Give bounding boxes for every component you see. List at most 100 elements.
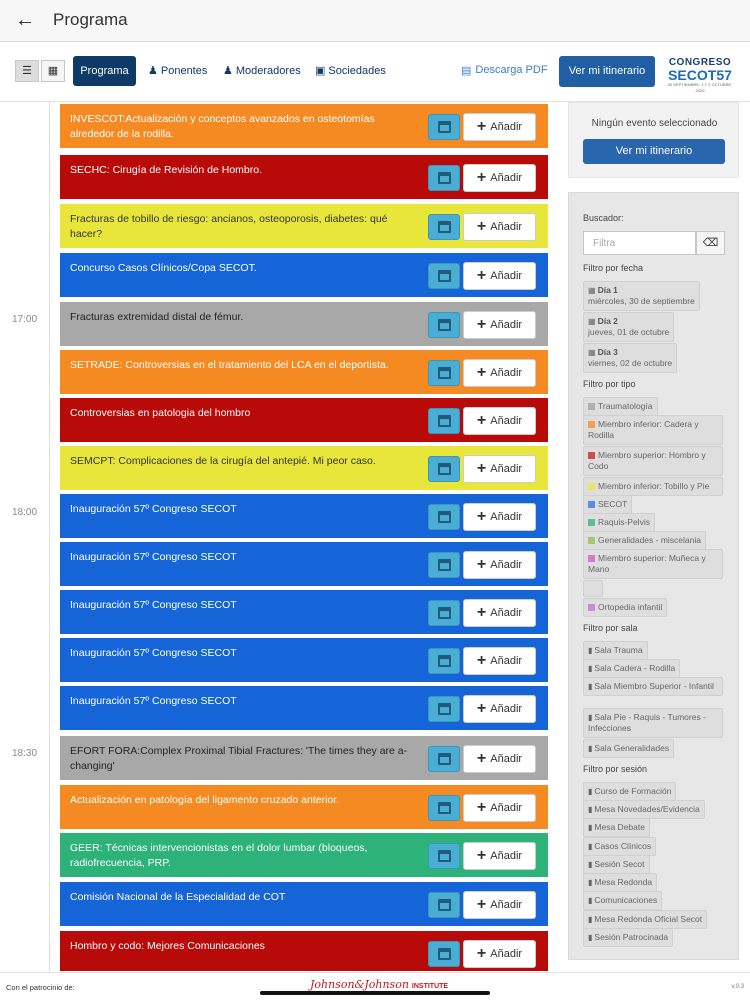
room-filter-chip[interactable]: ▮ Sala Miembro Superior - Infantil [583, 677, 723, 696]
calendar-button[interactable] [428, 165, 460, 191]
timeline-line [49, 102, 50, 972]
back-arrow-icon[interactable]: ← [14, 8, 36, 32]
calendar-button[interactable] [428, 648, 460, 674]
session-filter-chip[interactable]: ▮ Mesa Novedades/Evidencia [583, 800, 705, 819]
search-input[interactable] [583, 231, 696, 255]
session-filter-chip[interactable]: ▮ Comunicaciones [583, 891, 663, 910]
calendar-button[interactable] [428, 114, 460, 140]
add-button[interactable]: + Añadir [463, 311, 536, 339]
date-filter-chip[interactable]: ▦ Día 2 jueves, 01 de octubre [583, 312, 675, 342]
calendar-button[interactable] [428, 941, 460, 967]
add-button[interactable]: + Añadir [463, 455, 536, 483]
type-filter-chip[interactable]: Traumatología [583, 397, 658, 416]
add-button[interactable]: + Añadir [463, 745, 536, 773]
sponsor-logo: Johnson&Johnson INSTITUTE [310, 978, 448, 991]
date-filter-chip[interactable]: ▦ Día 1 miércoles, 30 de septiembre [583, 281, 700, 311]
tab-moderadores[interactable]: ♟ Moderadores [223, 64, 301, 78]
calendar-button[interactable] [428, 360, 460, 386]
tab-programa[interactable]: Programa [73, 56, 136, 86]
event-card[interactable]: Fracturas extremidad distal de fémur. + Añ… [60, 302, 548, 346]
add-button[interactable]: + Añadir [463, 359, 536, 387]
calendar-button[interactable] [428, 795, 460, 821]
event-card[interactable]: EFORT FORA:Complex Proximal Tibial Fract… [60, 736, 548, 780]
type-filter-chip[interactable]: Miembro superior: Hombro y Codo [583, 446, 723, 476]
calendar-button[interactable] [428, 843, 460, 869]
event-card[interactable]: Inauguración 57º Congreso SECOT + Añadir [60, 686, 548, 730]
type-filter-chip[interactable]: Miembro inferior: Tobillo y Pie [583, 477, 723, 496]
event-card[interactable]: Controversias en patologia del hombro + Añ… [60, 398, 548, 442]
add-button[interactable]: + Añadir [463, 842, 536, 870]
session-filter-chip[interactable]: ▮ Mesa Redonda Oficial Secot [583, 910, 708, 929]
event-card[interactable]: Fracturas de tobillo de riesgo: ancianos… [60, 204, 548, 248]
session-filter-chip[interactable]: ▮ Sesión Secot [583, 855, 650, 874]
calendar-button[interactable] [428, 214, 460, 240]
calendar-button[interactable] [428, 696, 460, 722]
room-filter-chip[interactable]: ▮ Sala Trauma [583, 641, 648, 660]
sponsor-label: Con el patrocinio de: [6, 983, 75, 992]
session-filter-chip[interactable]: ▮ Curso de Formación [583, 782, 677, 801]
calendar-button[interactable] [428, 746, 460, 772]
event-card[interactable]: Actualización en patología del ligamento… [60, 785, 548, 829]
event-card[interactable]: SEMCPT: Complicaciones de la cirugía del… [60, 446, 548, 490]
event-card[interactable]: Inauguración 57º Congreso SECOT + Añadir [60, 542, 548, 586]
calendar-button[interactable] [428, 408, 460, 434]
add-button[interactable]: + Añadir [463, 940, 536, 968]
add-button[interactable]: + Añadir [463, 695, 536, 723]
type-filter-chip[interactable]: SECOT [583, 495, 633, 514]
calendar-view-icon[interactable]: ▦ [41, 60, 65, 82]
session-filter-chip[interactable]: ▮ Mesa Redonda [583, 873, 658, 892]
event-card[interactable]: INVESCOT:Actualización y conceptos avanz… [60, 104, 548, 148]
bookmark-icon: ▮ [588, 682, 593, 691]
event-card[interactable]: Inauguración 57º Congreso SECOT + Añadir [60, 590, 548, 634]
add-button[interactable]: + Añadir [463, 213, 536, 241]
add-button[interactable]: + Añadir [463, 262, 536, 290]
event-card[interactable]: GEER: Técnicas intervencionistas en el d… [60, 833, 548, 877]
calendar-button[interactable] [428, 456, 460, 482]
event-card[interactable]: Comisión Nacional de la Especialidad de … [60, 882, 548, 926]
event-card[interactable]: Inauguración 57º Congreso SECOT + Añadir [60, 494, 548, 538]
type-name: Miembro inferior: Tobillo y Pie [598, 481, 710, 491]
event-card[interactable]: Inauguración 57º Congreso SECOT + Añadir [60, 638, 548, 682]
type-filter-chip[interactable]: Raquis-Pelvis [583, 513, 655, 532]
type-filter-chip[interactable] [583, 580, 603, 597]
calendar-button[interactable] [428, 263, 460, 289]
session-filter-chip[interactable]: ▮ Casos Clínicos [583, 837, 657, 856]
session-filter-chip[interactable]: ▮ Sesión Patrocinada [583, 928, 674, 947]
calendar-icon: ▦ [588, 348, 596, 357]
calendar-button[interactable] [428, 892, 460, 918]
date-filter-chip[interactable]: ▦ Día 3 viernes, 02 de octubre [583, 343, 678, 373]
event-card[interactable]: Hombro y codo: Mejores Comunicaciones + Añ… [60, 931, 548, 971]
event-card[interactable]: SETRADE: Controversias en el tratamiento… [60, 350, 548, 394]
type-filter-chip[interactable]: Generalidades - miscelania [583, 531, 706, 550]
type-filter-chip[interactable]: Miembro inferior: Cadera y Rodilla [583, 415, 723, 445]
list-view-icon[interactable]: ☰ [15, 60, 39, 82]
add-button-label: Añadir [490, 463, 523, 475]
add-button[interactable]: + Añadir [463, 503, 536, 531]
calendar-button[interactable] [428, 312, 460, 338]
add-button[interactable]: + Añadir [463, 551, 536, 579]
sidebar-itinerary-button[interactable]: Ver mi itinerario [583, 139, 725, 164]
type-filter-chip[interactable]: Miembro superior: Muñeca y Mano [583, 549, 723, 579]
add-button[interactable]: + Añadir [463, 794, 536, 822]
session-filter-chip[interactable]: ▮ Mesa Debate [583, 818, 650, 837]
type-filter-chip[interactable]: Ortopedia infantil [583, 598, 668, 617]
room-filter-chip[interactable]: ▮ Sala Cadera - Rodilla [583, 659, 681, 678]
tab-sociedades[interactable]: ▣ Sociedades [315, 64, 386, 78]
download-pdf-link[interactable]: ▤ Descarga PDF [461, 64, 548, 77]
add-button[interactable]: + Añadir [463, 113, 536, 141]
add-button[interactable]: + Añadir [463, 407, 536, 435]
add-button[interactable]: + Añadir [463, 647, 536, 675]
eraser-icon[interactable]: ⌫ [696, 231, 725, 255]
itinerary-button[interactable]: Ver mi itinerario [559, 56, 655, 87]
event-card[interactable]: SECHC: Cirugía de Revisión de Hombro. + Añ… [60, 155, 548, 199]
add-button[interactable]: + Añadir [463, 599, 536, 627]
add-button[interactable]: + Añadir [463, 164, 536, 192]
calendar-button[interactable] [428, 504, 460, 530]
room-filter-chip[interactable]: ▮ Sala Pie - Raquis - Tumores - Infeccion… [583, 708, 723, 738]
tab-ponentes[interactable]: ♟ Ponentes [148, 64, 207, 78]
calendar-button[interactable] [428, 552, 460, 578]
add-button[interactable]: + Añadir [463, 891, 536, 919]
room-filter-chip[interactable]: ▮ Sala Generalidades [583, 739, 675, 758]
event-card[interactable]: Concurso Casos Clínicos/Copa SECOT. + Añad… [60, 253, 548, 297]
calendar-button[interactable] [428, 600, 460, 626]
